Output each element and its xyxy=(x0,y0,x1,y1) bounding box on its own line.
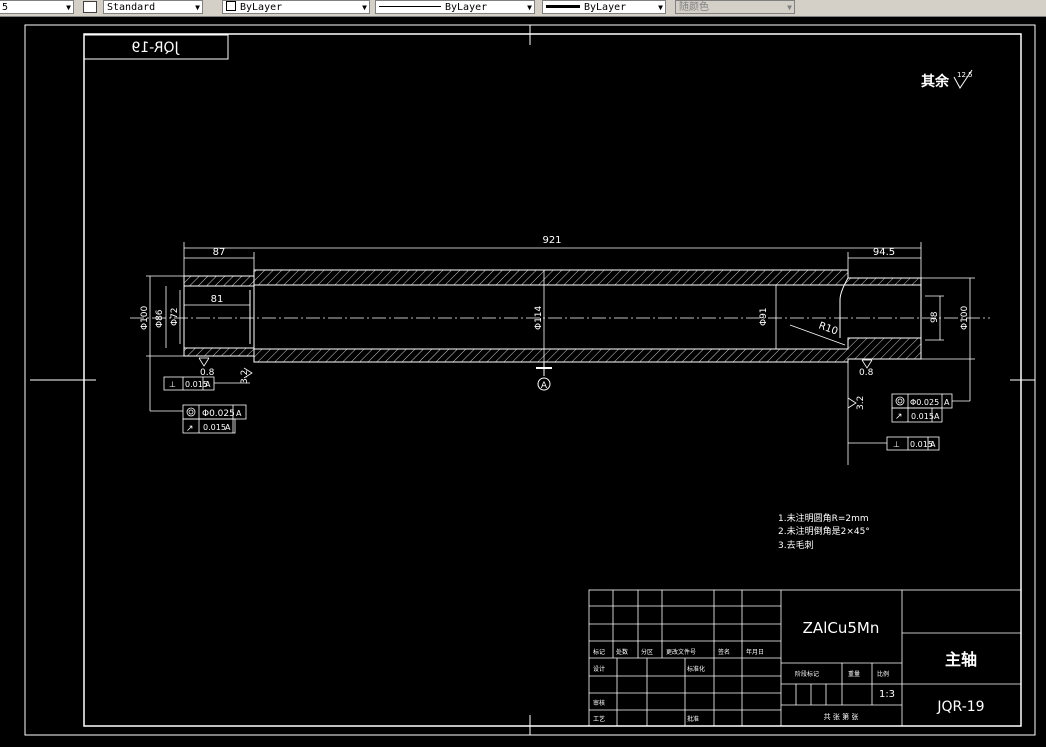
drawing-canvas[interactable]: JQR-19 其余 12.5 921 87 94.5 81 Φ100 Φ86 Φ… xyxy=(0,17,1046,743)
perp-symbol: ⊥ xyxy=(893,440,900,449)
label-scale: 比例 xyxy=(877,670,889,678)
layer-value: ByLayer xyxy=(240,2,283,13)
rough-left-08: 0.8 xyxy=(200,368,215,378)
lineweight-preview xyxy=(546,5,580,8)
roughness-note: 其余 12.5 xyxy=(921,69,973,90)
shaft-section xyxy=(130,269,990,363)
dim-dia-outer-right: Φ100 xyxy=(960,305,970,330)
roughness-symbols xyxy=(198,357,873,409)
dim-dia-72: Φ72 xyxy=(170,307,180,326)
label-mark: 标记 xyxy=(593,648,605,656)
label-approve: 批准 xyxy=(687,715,699,723)
style-value: 5 xyxy=(2,2,9,13)
dim-radius: R10 xyxy=(817,320,839,337)
label-design: 设计 xyxy=(593,665,605,673)
label-zone: 分区 xyxy=(641,648,653,656)
label-count: 处数 xyxy=(616,648,628,656)
runout-arrow-icon: ↗ xyxy=(895,412,903,422)
datum-marker: A xyxy=(536,362,552,391)
datum-label: A xyxy=(541,381,548,391)
chevron-down-icon: ▼ xyxy=(362,3,367,12)
color-swatch-icon xyxy=(226,1,236,11)
lineweight-value: ByLayer xyxy=(584,2,627,13)
chevron-down-icon: ▼ xyxy=(66,3,71,12)
right-tolerance-texts: Φ0.025 A ↗ 0.015 A ⊥ 0.015 A xyxy=(893,398,950,449)
technical-notes: 1.未注明圆角R=2mm 2.未注明倒角是2×45° 3.去毛刺 xyxy=(778,512,870,551)
label-date: 年月日 xyxy=(746,648,764,656)
right-runout-value: 0.015 xyxy=(911,412,934,421)
label-weight: 重量 xyxy=(848,670,860,678)
dim-inner-len: 81 xyxy=(211,294,224,305)
right-runout-datum: A xyxy=(934,412,940,421)
right-coax-value: Φ0.025 xyxy=(910,398,939,407)
color-dropdown[interactable]: 随颜色 ▼ xyxy=(675,0,795,14)
perp-symbol: ⊥ xyxy=(169,380,176,389)
stamp-text: JQR-19 xyxy=(131,40,179,56)
label-review: 审核 xyxy=(593,699,605,707)
sheet-border xyxy=(24,24,1036,736)
chevron-down-icon: ▼ xyxy=(195,3,200,12)
label-stage: 阶段标记 xyxy=(795,670,819,678)
note-2: 2.未注明倒角是2×45° xyxy=(778,525,870,537)
scale: 1:3 xyxy=(879,689,895,700)
dim-dia-91: Φ91 xyxy=(759,307,769,326)
chevron-down-icon: ▼ xyxy=(527,3,532,12)
dim-overall: 921 xyxy=(542,235,561,246)
roughness-values: 0.8 0.8 3.2 3.2 xyxy=(200,368,874,410)
linetype-dropdown[interactable]: ByLayer ▼ xyxy=(375,0,535,14)
text-style-value: Standard xyxy=(107,2,156,13)
color-value: 随颜色 xyxy=(679,2,709,13)
dim-dia-98: 98 xyxy=(930,311,940,323)
right-perp-datum: A xyxy=(930,440,936,449)
drawing-number: JQR-19 xyxy=(936,699,984,715)
left-coax-datum: A xyxy=(236,409,242,418)
linetype-value: ByLayer xyxy=(445,2,488,13)
rough-left-32: 3.2 xyxy=(240,370,250,384)
right-coax-datum: A xyxy=(944,398,950,407)
left-coax-value: Φ0.025 xyxy=(202,409,235,419)
left-runout-value: 0.015 xyxy=(203,423,226,432)
label-sign: 签名 xyxy=(718,648,730,656)
chevron-down-icon: ▼ xyxy=(787,3,792,12)
rough-right-32: 3.2 xyxy=(856,396,866,410)
dim-right-len: 94.5 xyxy=(873,247,895,258)
text-style-dropdown[interactable]: Standard ▼ xyxy=(103,0,203,14)
layer-dropdown[interactable]: ByLayer ▼ xyxy=(222,0,370,14)
dim-left-len: 87 xyxy=(213,247,226,258)
material: ZAlCu5Mn xyxy=(803,619,880,637)
note-1: 1.未注明圆角R=2mm xyxy=(778,512,869,524)
linetype-preview xyxy=(379,6,441,7)
dim-dia-outer-left: Φ100 xyxy=(140,305,150,330)
properties-toolbar: 5 ▼ Standard ▼ ByLayer ▼ ByLayer ▼ ByLay… xyxy=(0,0,1046,17)
chevron-down-icon: ▼ xyxy=(658,3,663,12)
part-name: 主轴 xyxy=(945,650,977,669)
runout-arrow-icon: ↗ xyxy=(186,424,194,434)
dim-dia-114: Φ114 xyxy=(534,305,544,330)
dimension-texts: 921 87 94.5 81 Φ100 Φ86 Φ72 Φ114 Φ91 R10… xyxy=(140,235,970,338)
drawing-svg: JQR-19 其余 12.5 921 87 94.5 81 Φ100 Φ86 Φ… xyxy=(24,24,1036,736)
dim-dia-86: Φ86 xyxy=(155,309,165,328)
style-dropdown[interactable]: 5 ▼ xyxy=(0,0,74,14)
text-style-icon[interactable] xyxy=(83,1,97,13)
sheet-count: 共 张 第 张 xyxy=(824,712,859,721)
lineweight-dropdown[interactable]: ByLayer ▼ xyxy=(542,0,666,14)
left-tolerance-texts: ⊥ 0.015 A Φ0.025 A ↗ 0.015 A xyxy=(169,380,242,434)
title-block-texts: ZAlCu5Mn 主轴 JQR-19 1:3 标记 处数 分区 更改文件号 签名… xyxy=(593,619,985,723)
mirrored-stamp: JQR-19 xyxy=(83,34,229,60)
roughness-value: 12.5 xyxy=(957,71,973,79)
left-runout-datum: A xyxy=(225,423,231,432)
roughness-label: 其余 xyxy=(921,73,950,90)
rough-right-08: 0.8 xyxy=(859,368,874,378)
label-change-doc: 更改文件号 xyxy=(666,648,696,656)
label-process: 工艺 xyxy=(593,715,605,723)
left-perp-datum: A xyxy=(205,380,211,389)
label-standardize: 标准化 xyxy=(687,665,705,673)
note-3: 3.去毛刺 xyxy=(778,539,814,551)
